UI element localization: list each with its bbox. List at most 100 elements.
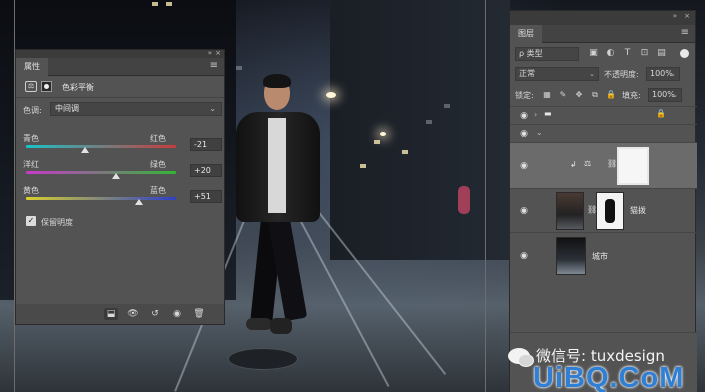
close-icon[interactable]: × bbox=[215, 49, 221, 57]
street-lamp bbox=[380, 132, 386, 136]
blend-mode-select[interactable]: 正常 ⌄ bbox=[515, 67, 599, 81]
person-shoe bbox=[270, 318, 292, 334]
window-light bbox=[236, 66, 242, 70]
slider-value-field[interactable]: -21 bbox=[190, 138, 222, 151]
eye-icon[interactable]: ◉ bbox=[518, 111, 530, 121]
folder-icon: ▬ bbox=[544, 109, 552, 118]
close-icon[interactable]: × bbox=[684, 12, 690, 20]
panel-tabbar: 图层 ≡ bbox=[510, 25, 695, 43]
opacity-label: 不透明度: bbox=[604, 70, 639, 79]
lock-icon: 🔒 bbox=[656, 109, 666, 118]
layer-mask-icon[interactable] bbox=[41, 81, 52, 92]
filter-toggle[interactable] bbox=[680, 49, 689, 58]
canvas-edge bbox=[485, 0, 486, 392]
fill-label: 填充: bbox=[622, 91, 641, 100]
panel-tabbar: 属性 ≡ bbox=[16, 58, 224, 76]
layer-row-person[interactable]: ◉ ⛓ 猫拨 bbox=[510, 188, 697, 232]
panel-topbar: » × bbox=[16, 49, 224, 58]
layer-row-folder[interactable]: ◉ › ▬ 🔒 bbox=[510, 106, 697, 124]
clip-to-layer-icon[interactable]: ⬓ bbox=[104, 308, 118, 320]
fill-field[interactable]: 100% ⌄ bbox=[648, 88, 682, 102]
lock-brush-icon[interactable]: ✎ bbox=[558, 90, 568, 100]
lock-all-icon[interactable]: 🔒 bbox=[606, 90, 616, 100]
eye-icon[interactable]: ◉ bbox=[518, 129, 530, 139]
wechat-icon bbox=[508, 347, 534, 367]
layer-name: 城市 bbox=[592, 252, 608, 261]
window-light bbox=[444, 104, 450, 108]
panel-menu-icon[interactable]: ≡ bbox=[210, 60, 218, 71]
mask-shape bbox=[605, 199, 615, 223]
tone-row: 色调: 中间调 ⌄ bbox=[16, 98, 224, 120]
smart-object-filter-icon[interactable]: ▤ bbox=[656, 48, 667, 59]
preserve-luminosity-label: 保留明度 bbox=[41, 218, 73, 227]
slider-knob[interactable] bbox=[81, 147, 90, 153]
slider-track[interactable] bbox=[26, 197, 176, 200]
window-light bbox=[402, 150, 408, 154]
building-right bbox=[330, 0, 510, 260]
layer-mask-thumbnail[interactable] bbox=[596, 192, 624, 230]
visibility-eye-icon[interactable]: ◉ bbox=[170, 308, 184, 320]
layer-row-group[interactable]: ◉ ⌄ bbox=[510, 124, 697, 142]
panel-topbar: » × bbox=[510, 11, 695, 25]
site-watermark: UiBQ.CoM bbox=[533, 362, 685, 392]
panel-menu-icon[interactable]: ≡ bbox=[681, 27, 689, 38]
collapse-chevron-icon[interactable]: ⌄ bbox=[536, 128, 543, 137]
slider-knob[interactable] bbox=[135, 199, 144, 205]
slider-value-field[interactable]: +51 bbox=[190, 190, 222, 203]
tab-properties[interactable]: 属性 bbox=[16, 58, 48, 76]
window-light bbox=[426, 120, 432, 124]
layer-row-color-balance[interactable]: ◉ ↲ ⚖ ⛓ bbox=[510, 142, 697, 188]
slider-magenta-green: 洋红 绿色 +20 bbox=[16, 159, 226, 185]
lock-transparent-icon[interactable]: ▦ bbox=[542, 90, 552, 100]
manhole bbox=[228, 348, 298, 370]
view-previous-icon[interactable]: 👁 bbox=[126, 308, 140, 320]
person-shoe bbox=[246, 318, 272, 330]
layer-row-city[interactable]: ◉ 城市 bbox=[510, 232, 697, 278]
preserve-luminosity-checkbox[interactable]: ✓ bbox=[26, 216, 36, 226]
filter-row: ρ 类型 ▣ ◐ T ⊡ ▤ bbox=[510, 43, 695, 64]
chevron-down-icon: ⌄ bbox=[589, 70, 595, 78]
collapse-icon[interactable]: » bbox=[673, 12, 677, 20]
lock-label: 锁定: bbox=[515, 91, 534, 100]
opacity-field[interactable]: 100% ⌄ bbox=[646, 67, 680, 81]
type-filter-icon[interactable]: T bbox=[622, 48, 633, 59]
window-light bbox=[360, 164, 366, 168]
image-filter-icon[interactable]: ▣ bbox=[588, 48, 599, 59]
chevron-down-icon: ⌄ bbox=[670, 70, 676, 78]
trash-icon[interactable]: 🗑 bbox=[192, 308, 206, 320]
layer-thumbnail[interactable] bbox=[556, 237, 586, 275]
lock-row: 锁定: ▦ ✎ ✥ ⧉ 🔒 填充: 100% ⌄ bbox=[510, 85, 695, 106]
shape-filter-icon[interactable]: ⊡ bbox=[639, 48, 650, 59]
blend-row: 正常 ⌄ 不透明度: 100% ⌄ bbox=[510, 64, 695, 85]
slider-right-label: 红色 bbox=[150, 134, 166, 143]
slider-right-label: 绿色 bbox=[150, 160, 166, 169]
slider-left-label: 黄色 bbox=[23, 186, 39, 195]
layer-mask-thumbnail[interactable] bbox=[617, 147, 649, 185]
tone-select[interactable]: 中间调 ⌄ bbox=[50, 102, 222, 116]
slider-knob[interactable] bbox=[112, 173, 120, 179]
window-light bbox=[166, 2, 172, 6]
slider-cyan-red: 青色 红色 -21 bbox=[16, 133, 226, 159]
expand-chevron-icon[interactable]: › bbox=[534, 110, 537, 119]
clip-arrow-icon: ↲ bbox=[570, 160, 577, 169]
slider-track[interactable] bbox=[26, 171, 176, 174]
tone-label: 色调: bbox=[23, 106, 42, 115]
eye-icon[interactable]: ◉ bbox=[518, 161, 530, 171]
window-light bbox=[374, 140, 380, 144]
eye-icon[interactable]: ◉ bbox=[518, 251, 530, 261]
layer-thumbnail[interactable] bbox=[556, 192, 584, 230]
collapse-icon[interactable]: » bbox=[208, 49, 212, 57]
lock-artboard-icon[interactable]: ⧉ bbox=[590, 90, 600, 100]
adjustment-filter-icon[interactable]: ◐ bbox=[605, 48, 616, 59]
tab-layers[interactable]: 图层 bbox=[510, 25, 542, 43]
balance-scale-icon: ⚖ bbox=[584, 159, 592, 168]
balance-scale-icon: ⚖ bbox=[25, 81, 37, 92]
lock-move-icon[interactable]: ✥ bbox=[574, 90, 584, 100]
slider-track[interactable] bbox=[26, 145, 176, 148]
slider-value-field[interactable]: +20 bbox=[190, 164, 222, 177]
kind-filter-select[interactable]: ρ 类型 bbox=[515, 47, 579, 61]
eye-icon[interactable]: ◉ bbox=[518, 206, 530, 216]
chain-link-icon[interactable]: ⛓ bbox=[607, 159, 617, 168]
properties-footer: ⬓ 👁 ↺ ◉ 🗑 bbox=[16, 304, 224, 324]
reset-icon[interactable]: ↺ bbox=[148, 308, 162, 320]
